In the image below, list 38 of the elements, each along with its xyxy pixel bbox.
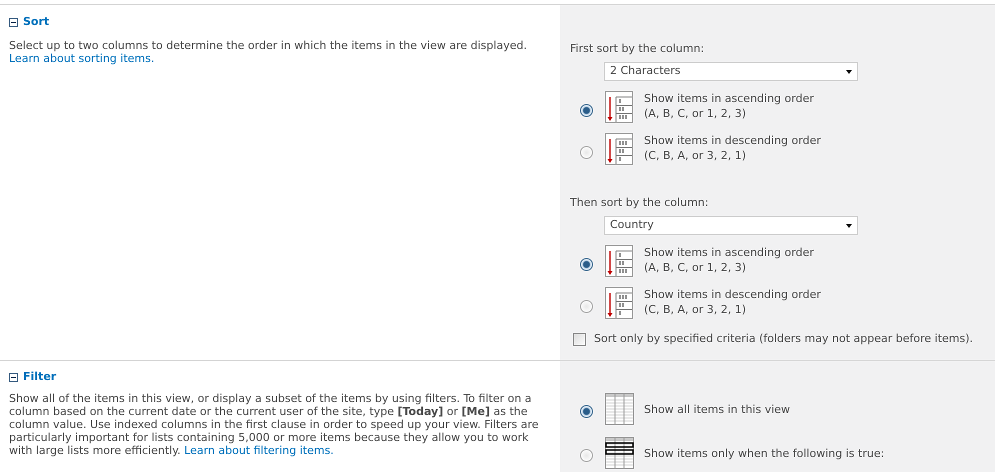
section-description: Select up to two columns to determine the order in which the items in the view are displayed. Learn about sorting items. [8,38,528,64]
section-description: Show all of the items in this view, or display a subset of the items by using filters. To filter on a column based on the current date or the current user of the site, type [Today] or [Me] as the column value. Use indexed columns in the first clause in order to speed up your view. Filters are particularly important for lists containing 5,000 or more items because they allow you to work with large lists more efficiently. Learn about filtering items. [8,392,540,456]
radio-button[interactable] [580,258,593,270]
section-title: Sort [23,14,50,30]
descending-sort-icon [605,133,633,165]
checkbox-label: Sort only by specified criteria (folders may not appear before items). [594,331,974,347]
sort-column-label: Then sort by the column: [570,196,710,209]
option-hint: (C, B, A, or 3, 2, 1) [644,302,748,316]
option-hint: (A, B, C, or 1, 2, 3) [644,106,748,120]
table-icon [605,393,634,425]
sort-column-label: First sort by the column: [570,42,706,55]
radio-button[interactable] [580,300,593,312]
ascending-sort-icon [605,91,633,123]
radio-button[interactable] [580,104,593,116]
radio-button[interactable] [580,404,593,418]
descending-sort-icon [605,287,633,319]
option-hint: (C, B, A, or 3, 2, 1) [644,148,748,162]
section-title: Filter [23,369,56,385]
radio-button[interactable] [580,448,593,462]
help-link[interactable]: Learn about filtering items. [184,444,334,456]
column-dropdown[interactable]: Country [604,216,858,235]
caret-icon [846,70,852,74]
checkbox[interactable] [573,332,586,346]
caret-icon [846,224,852,228]
collapse-icon[interactable] [9,372,18,382]
option-label: Show items in descending order [644,286,821,302]
help-link[interactable]: Learn about sorting items. [9,52,154,64]
ascending-sort-icon [605,245,633,277]
option-label: Show items in ascending order [644,90,814,106]
option-label: Show items in ascending order [644,244,814,260]
radio-button[interactable] [580,146,593,158]
filtered-table-icon [605,437,634,469]
option-hint: (A, B, C, or 1, 2, 3) [644,260,748,274]
option-label: Show all items in this view [644,402,790,418]
option-label: Show items in descending order [644,132,821,148]
option-label: Show items only when the following is true: [644,446,884,462]
column-dropdown[interactable]: 2 Characters [604,62,858,81]
collapse-icon[interactable] [9,18,18,27]
